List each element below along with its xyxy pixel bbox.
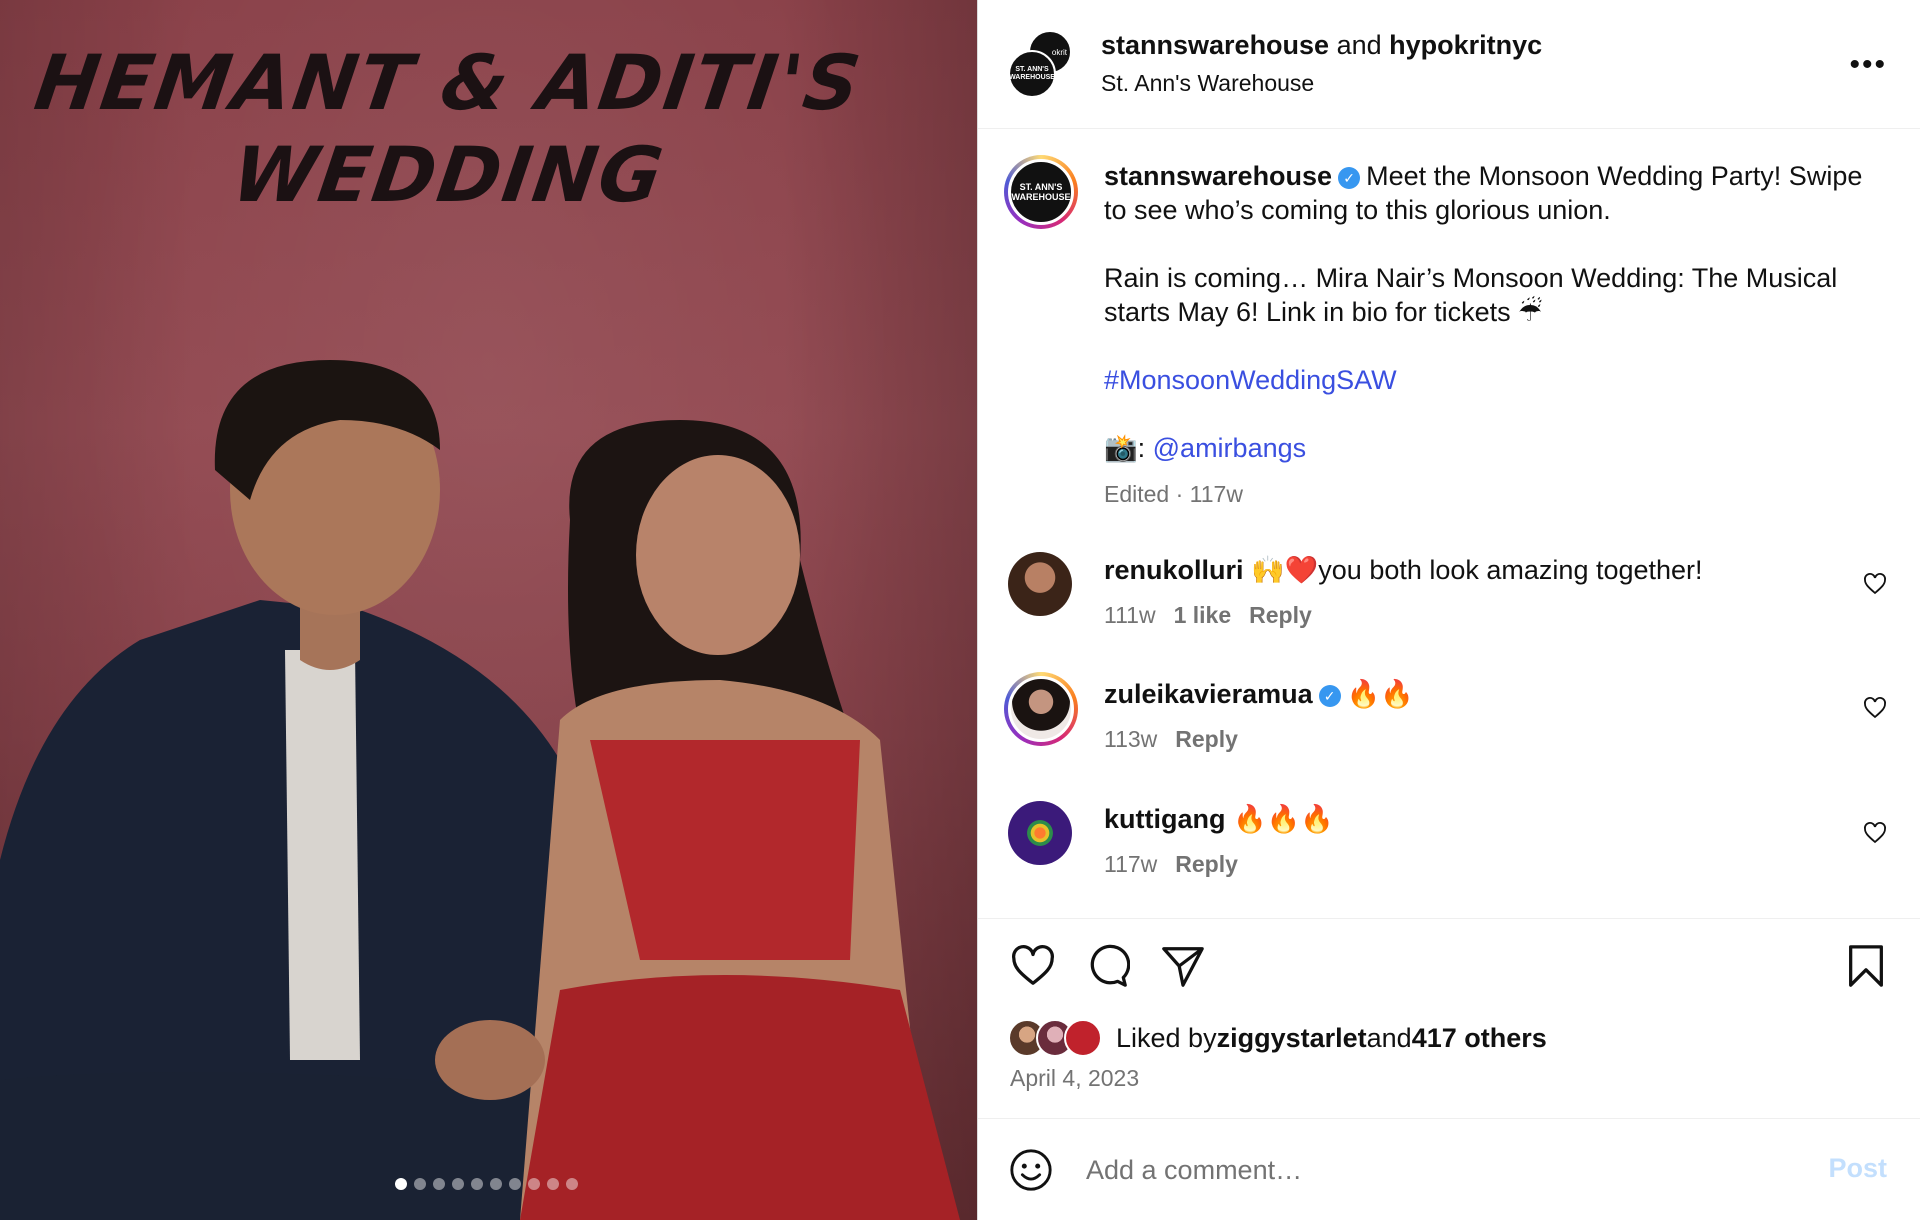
account2-link[interactable]: hypokritnyc [1389, 30, 1542, 60]
carousel-dot[interactable] [414, 1178, 426, 1190]
liked-by-prefix: Liked by [1116, 1022, 1217, 1053]
carousel-dot[interactable] [490, 1178, 502, 1190]
woman-skirt [520, 975, 960, 1220]
caption-username[interactable]: stannswarehouse [1104, 161, 1332, 191]
camera-emoji: 📸: [1104, 433, 1146, 463]
comment-bubble-icon[interactable] [1084, 943, 1130, 989]
comment-item: renukolluri 🙌❤️you both look amazing tog… [978, 552, 1920, 662]
add-comment-bar: Post [978, 1118, 1920, 1220]
carousel-dot[interactable] [433, 1178, 445, 1190]
man-tshirt [285, 650, 360, 1060]
carousel-dot[interactable] [528, 1178, 540, 1190]
carousel-dot[interactable] [395, 1178, 407, 1190]
carousel-dot[interactable] [471, 1178, 483, 1190]
reply-button[interactable]: Reply [1249, 602, 1312, 628]
account1-link[interactable]: stannswarehouse [1101, 30, 1329, 60]
post-caption: stannswarehouse ✓ Meet the Monsoon Wedding… [1104, 159, 1884, 499]
collab-names: stannswarehouse and hypokritnyc [1101, 30, 1542, 61]
comment-meta: 117w Reply [1104, 851, 1238, 878]
caption-avatar[interactable]: ST. ANN'S WAREHOUSE [1004, 155, 1078, 229]
comment-heart-icon[interactable] [1863, 696, 1887, 720]
action-bar: Liked by ziggystarlet and 417 others Apr… [978, 918, 1920, 1118]
comment-likes[interactable]: 1 like [1174, 602, 1232, 628]
commenter-avatar[interactable] [1008, 801, 1072, 865]
smiley-icon[interactable] [1008, 1147, 1054, 1193]
collab-avatars[interactable]: okrit ST. ANN'S WAREHOUSE [1008, 30, 1074, 98]
post-date[interactable]: April 4, 2023 [1010, 1065, 1139, 1092]
liked-by-user-link[interactable]: ziggystarlet [1217, 1023, 1367, 1054]
comment-body: 🔥🔥 [1346, 679, 1414, 709]
verified-badge-icon: ✓ [1338, 167, 1361, 189]
commenter-avatar[interactable] [1008, 552, 1072, 616]
comment-meta: 113w Reply [1104, 726, 1238, 753]
carousel-dot[interactable] [509, 1178, 521, 1190]
comment-item: kuttigang 🔥🔥🔥 117w Reply [978, 801, 1920, 911]
comment-heart-icon[interactable] [1863, 572, 1887, 596]
reply-button[interactable]: Reply [1175, 726, 1238, 752]
comment-username[interactable]: zuleikavieramua [1104, 679, 1313, 709]
collab-joiner: and [1329, 30, 1390, 60]
comment-text-row: renukolluri 🙌❤️you both look amazing tog… [1104, 554, 1703, 586]
comment-age: 117w [1104, 851, 1158, 877]
comment-heart-icon[interactable] [1863, 821, 1887, 845]
caption-avatar-logo: ST. ANN'S WAREHOUSE [1008, 159, 1074, 225]
carousel-dot[interactable] [452, 1178, 464, 1190]
paper-plane-icon[interactable] [1160, 943, 1206, 989]
carousel-dot[interactable] [547, 1178, 559, 1190]
caption-meta: Edited · 117w [1104, 481, 1243, 507]
photo-credit-link[interactable]: @amirbangs [1153, 433, 1306, 463]
liked-by-joiner: and [1366, 1022, 1412, 1053]
bookmark-icon[interactable] [1843, 943, 1889, 989]
comments-scroll-area[interactable]: ST. ANN'S WAREHOUSE stannswarehouse ✓ Meet… [978, 129, 1920, 918]
comment-body: 🔥🔥🔥 [1233, 804, 1334, 834]
post-header: okrit ST. ANN'S WAREHOUSE stannswarehous… [978, 0, 1920, 129]
commenter-avatar[interactable] [1004, 672, 1078, 746]
couple-photo [0, 360, 960, 1220]
location-link[interactable]: St. Ann's Warehouse [1101, 70, 1314, 97]
carousel-dots [395, 1178, 578, 1190]
post-media[interactable]: HEMANT & ADITI'S WEDDING [0, 0, 977, 1220]
comment-text-row: kuttigang 🔥🔥🔥 [1104, 803, 1334, 835]
heart-icon[interactable] [1010, 943, 1056, 989]
held-hands [435, 1020, 545, 1100]
comment-username[interactable]: renukolluri [1104, 555, 1244, 585]
liker-avatar[interactable] [1064, 1019, 1102, 1057]
comment-item: zuleikavieramua ✓ 🔥🔥 113w Reply [978, 672, 1920, 786]
commenter-avatar-photo [1008, 676, 1074, 742]
liked-by-others-link[interactable]: 417 others [1412, 1023, 1547, 1054]
verified-badge-icon: ✓ [1318, 685, 1341, 707]
post-button[interactable]: Post [1828, 1153, 1887, 1184]
likes-summary: Liked by ziggystarlet and 417 others [1008, 1019, 1547, 1057]
more-options-button[interactable]: ••• [1849, 48, 1887, 82]
stannswarehouse-avatar[interactable]: ST. ANN'S WAREHOUSE [1008, 50, 1056, 98]
comment-username[interactable]: kuttigang [1104, 804, 1226, 834]
caption-line-2: Rain is coming… Mira Nair’s Monsoon Wedd… [1104, 263, 1838, 327]
carousel-dot[interactable] [566, 1178, 578, 1190]
comment-input[interactable] [1086, 1149, 1766, 1191]
comment-text-row: zuleikavieramua ✓ 🔥🔥 [1104, 678, 1414, 710]
reply-button[interactable]: Reply [1175, 851, 1238, 877]
caption-paragraph-1: stannswarehouse ✓ Meet the Monsoon Wedding… [1104, 159, 1884, 227]
comment-age: 111w [1104, 602, 1156, 628]
liker-avatars [1008, 1019, 1108, 1057]
hashtag-link[interactable]: #MonsoonWeddingSAW [1104, 365, 1397, 395]
comment-meta: 111w 1 like Reply [1104, 602, 1312, 629]
post-panel: okrit ST. ANN'S WAREHOUSE stannswarehous… [977, 0, 1920, 1220]
woman-head [636, 455, 800, 655]
comment-body: 🙌❤️you both look amazing together! [1251, 555, 1703, 585]
comment-age: 113w [1104, 726, 1158, 752]
